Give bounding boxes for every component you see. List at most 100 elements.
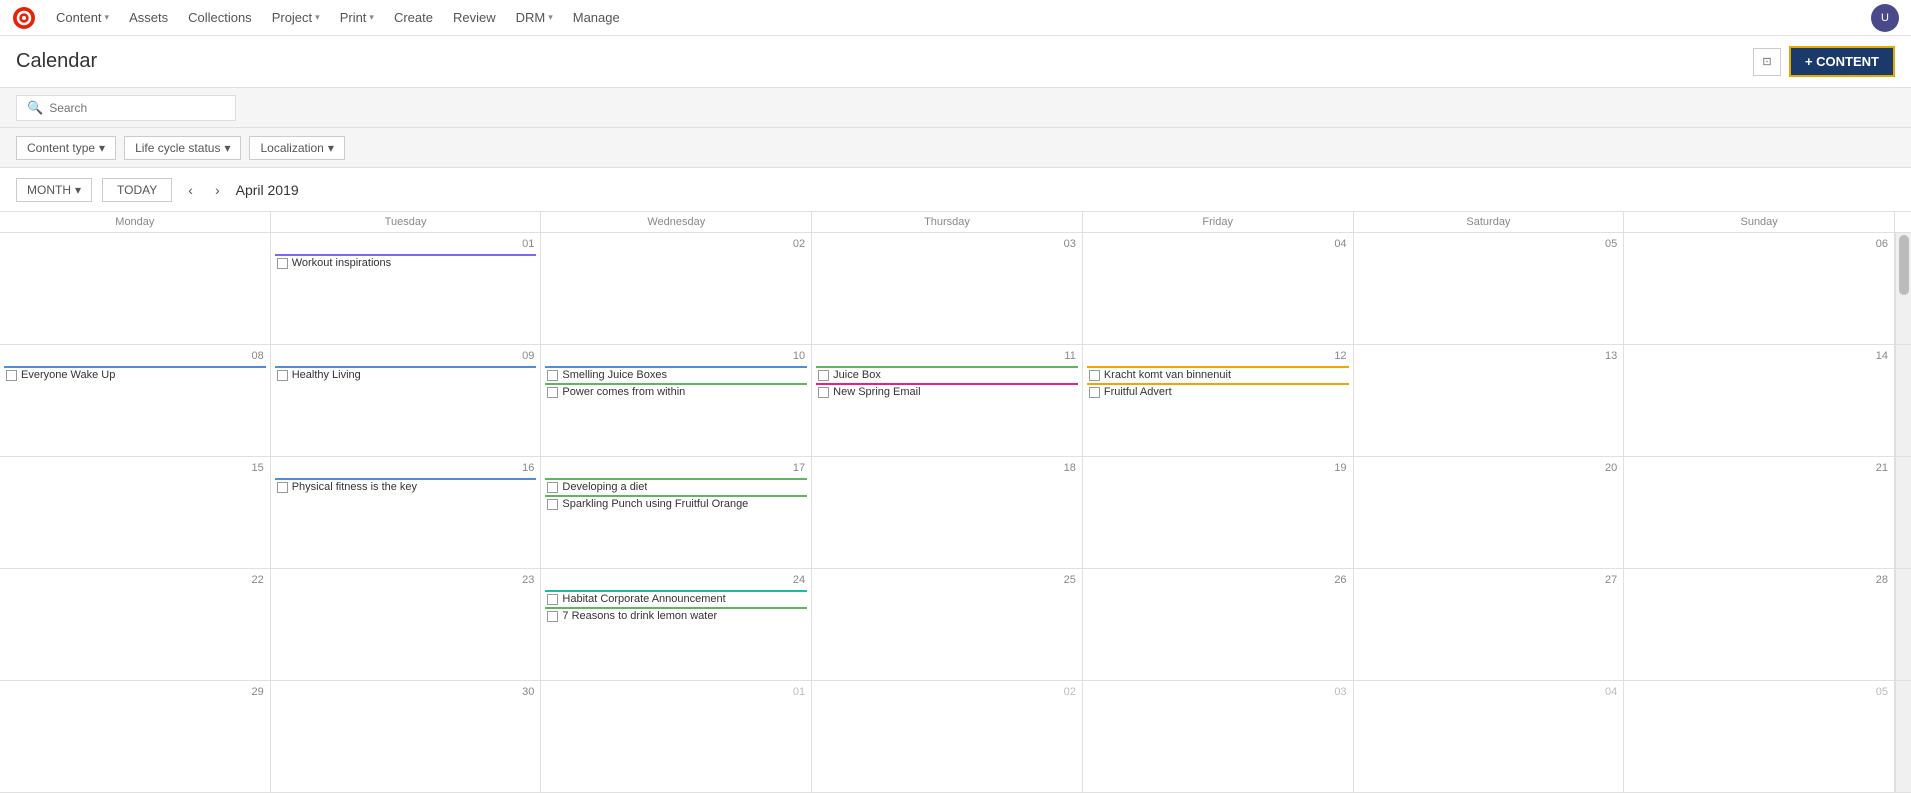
day-cell: 12 Kracht komt van binnenuit Fruitful Ad… bbox=[1083, 345, 1354, 456]
chevron-down-icon: ▾ bbox=[75, 183, 81, 197]
calendar-item[interactable]: Everyone Wake Up bbox=[4, 366, 266, 382]
nav-review[interactable]: Review bbox=[453, 10, 496, 25]
nav-content[interactable]: Content ▾ bbox=[56, 10, 109, 25]
chevron-down-icon: ▾ bbox=[105, 12, 110, 23]
week-row: 15 16 Physical fitness is the key 17 Dev… bbox=[0, 457, 1911, 569]
day-cell: 09 Healthy Living bbox=[271, 345, 542, 456]
calendar-item[interactable]: Healthy Living bbox=[275, 366, 537, 382]
header-monday: Monday bbox=[0, 212, 271, 232]
avatar[interactable]: U bbox=[1871, 4, 1899, 32]
week-row: 01 Workout inspirations 02 03 04 05 06 bbox=[0, 233, 1911, 345]
header-scroll bbox=[1895, 212, 1911, 232]
search-box[interactable]: 🔍 bbox=[16, 95, 236, 121]
calendar-item[interactable]: Kracht komt van binnenuit bbox=[1087, 366, 1349, 382]
checkbox[interactable] bbox=[547, 370, 558, 381]
scrollbar-thumb[interactable] bbox=[1899, 235, 1909, 295]
day-cell: 13 bbox=[1354, 345, 1625, 456]
prev-month-button[interactable]: ‹ bbox=[182, 180, 199, 200]
week-row: 29 30 01 02 03 04 05 bbox=[0, 681, 1911, 793]
view-toggle-button[interactable]: ⊡ bbox=[1753, 48, 1781, 76]
calendar-item[interactable]: Power comes from within bbox=[545, 383, 807, 399]
day-cell: 19 bbox=[1083, 457, 1354, 568]
nav-drm[interactable]: DRM ▾ bbox=[516, 10, 553, 25]
calendar-item[interactable]: Developing a diet bbox=[545, 478, 807, 494]
week-row: 22 23 24 Habitat Corporate Announcement … bbox=[0, 569, 1911, 681]
header-wednesday: Wednesday bbox=[541, 212, 812, 232]
checkbox[interactable] bbox=[6, 370, 17, 381]
day-cell: 26 bbox=[1083, 569, 1354, 680]
calendar-grid: Monday Tuesday Wednesday Thursday Friday… bbox=[0, 212, 1911, 793]
chevron-down-icon: ▾ bbox=[315, 12, 320, 23]
calendar-item[interactable]: New Spring Email bbox=[816, 383, 1078, 399]
localization-filter[interactable]: Localization ▾ bbox=[249, 136, 344, 160]
today-button[interactable]: TODAY bbox=[102, 178, 172, 202]
header-actions: ⊡ + CONTENT bbox=[1753, 46, 1895, 77]
search-input[interactable] bbox=[49, 101, 209, 115]
calendar-item[interactable]: Sparkling Punch using Fruitful Orange bbox=[545, 495, 807, 511]
checkbox[interactable] bbox=[547, 499, 558, 510]
checkbox[interactable] bbox=[547, 387, 558, 398]
calendar-item[interactable]: Juice Box bbox=[816, 366, 1078, 382]
day-cell bbox=[0, 233, 271, 344]
add-content-button[interactable]: + CONTENT bbox=[1789, 46, 1895, 77]
checkbox[interactable] bbox=[1089, 370, 1100, 381]
day-cell: 25 bbox=[812, 569, 1083, 680]
checkbox[interactable] bbox=[818, 370, 829, 381]
filters-bar: Content type ▾ Life cycle status ▾ Local… bbox=[0, 128, 1911, 168]
checkbox[interactable] bbox=[547, 482, 558, 493]
nav-collections[interactable]: Collections bbox=[188, 10, 252, 25]
nav-project[interactable]: Project ▾ bbox=[272, 10, 320, 25]
day-cell: 04 bbox=[1083, 233, 1354, 344]
calendar-item[interactable]: Workout inspirations bbox=[275, 254, 537, 270]
top-nav: Content ▾ Assets Collections Project ▾ P… bbox=[0, 0, 1911, 36]
checkbox[interactable] bbox=[1089, 387, 1100, 398]
content-type-filter[interactable]: Content type ▾ bbox=[16, 136, 116, 160]
calendar-item[interactable]: Physical fitness is the key bbox=[275, 478, 537, 494]
checkbox[interactable] bbox=[547, 594, 558, 605]
day-cell: 05 bbox=[1354, 233, 1625, 344]
month-view-button[interactable]: MONTH ▾ bbox=[16, 178, 92, 202]
checkbox[interactable] bbox=[818, 387, 829, 398]
day-cell: 08 Everyone Wake Up bbox=[0, 345, 271, 456]
search-toolbar: 🔍 bbox=[0, 88, 1911, 128]
calendar-item[interactable]: Smelling Juice Boxes bbox=[545, 366, 807, 382]
day-cell: 14 bbox=[1624, 345, 1895, 456]
header-thursday: Thursday bbox=[812, 212, 1083, 232]
chevron-down-icon: ▾ bbox=[328, 141, 334, 155]
header-tuesday: Tuesday bbox=[271, 212, 542, 232]
calendar-item[interactable]: Habitat Corporate Announcement bbox=[545, 590, 807, 606]
search-icon: 🔍 bbox=[27, 100, 43, 116]
nav-manage[interactable]: Manage bbox=[573, 10, 620, 25]
checkbox[interactable] bbox=[277, 482, 288, 493]
nav-assets[interactable]: Assets bbox=[129, 10, 168, 25]
app-logo[interactable] bbox=[12, 6, 36, 30]
chevron-down-icon: ▾ bbox=[548, 12, 553, 23]
day-cell: 27 bbox=[1354, 569, 1625, 680]
checkbox[interactable] bbox=[277, 258, 288, 269]
day-cell: 24 Habitat Corporate Announcement 7 Reas… bbox=[541, 569, 812, 680]
calendar-item[interactable]: 7 Reasons to drink lemon water bbox=[545, 607, 807, 623]
next-month-button[interactable]: › bbox=[209, 180, 226, 200]
day-cell: 11 Juice Box New Spring Email bbox=[812, 345, 1083, 456]
header-friday: Friday bbox=[1083, 212, 1354, 232]
week-row: 08 Everyone Wake Up 09 Healthy Living 10… bbox=[0, 345, 1911, 457]
month-label: April 2019 bbox=[236, 182, 299, 198]
chevron-down-icon: ▾ bbox=[369, 12, 374, 23]
chevron-down-icon: ▾ bbox=[224, 141, 230, 155]
day-cell: 10 Smelling Juice Boxes Power comes from… bbox=[541, 345, 812, 456]
header-sunday: Sunday bbox=[1624, 212, 1895, 232]
nav-create[interactable]: Create bbox=[394, 10, 433, 25]
day-cell: 18 bbox=[812, 457, 1083, 568]
day-cell: 02 bbox=[541, 233, 812, 344]
chevron-down-icon: ▾ bbox=[99, 141, 105, 155]
day-cell: 03 bbox=[812, 233, 1083, 344]
nav-print[interactable]: Print ▾ bbox=[340, 10, 374, 25]
lifecycle-filter[interactable]: Life cycle status ▾ bbox=[124, 136, 241, 160]
weeks-container: 01 Workout inspirations 02 03 04 05 06 bbox=[0, 233, 1911, 793]
day-cell: 17 Developing a diet Sparkling Punch usi… bbox=[541, 457, 812, 568]
checkbox[interactable] bbox=[547, 611, 558, 622]
day-cell: 05 bbox=[1624, 681, 1895, 792]
calendar-item[interactable]: Fruitful Advert bbox=[1087, 383, 1349, 399]
checkbox[interactable] bbox=[277, 370, 288, 381]
day-headers: Monday Tuesday Wednesday Thursday Friday… bbox=[0, 212, 1911, 233]
